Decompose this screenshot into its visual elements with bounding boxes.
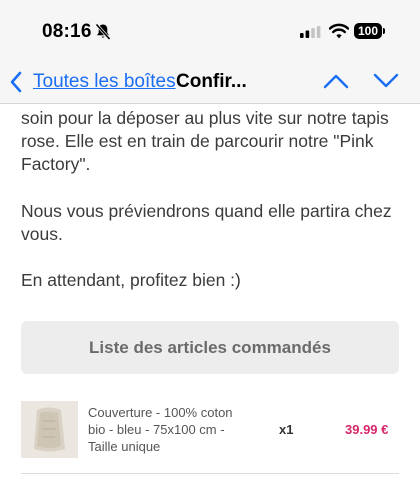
status-bar: 08:16 100 [0,0,420,62]
wifi-icon [329,23,349,39]
email-paragraph: En attendant, profitez bien :) [21,270,241,290]
battery-level: 100 [354,23,382,39]
back-to-mailboxes-link[interactable]: Toutes les boîtes [33,71,176,93]
ordered-items-header: Liste des articles commandés [21,321,399,374]
chevron-down-icon[interactable] [372,70,400,92]
signal-icon [300,26,321,38]
chevron-up-icon[interactable] [322,70,350,92]
product-thumbnail [21,401,78,458]
order-item-row: Couverture - 100% coton bio - bleu - 75x… [21,398,399,474]
status-time: 08:16 [42,21,92,42]
mail-nav-bar: Toutes les boîtes Confir... [0,62,420,104]
blanket-image [21,401,78,458]
email-paragraph: soin pour la déposer au plus vite sur no… [21,108,389,174]
chevron-left-icon[interactable] [8,70,24,94]
battery-icon: 100 [354,23,385,39]
email-paragraph: Nous vous préviendrons quand elle partir… [21,201,392,244]
item-description: Couverture - 100% coton bio - bleu - 75x… [88,405,233,454]
bell-muted-icon [95,23,111,41]
message-title: Confir... [176,71,247,92]
item-price: 39.99 € [345,422,389,437]
item-quantity: x1 [279,422,294,437]
battery-tip [383,28,385,34]
